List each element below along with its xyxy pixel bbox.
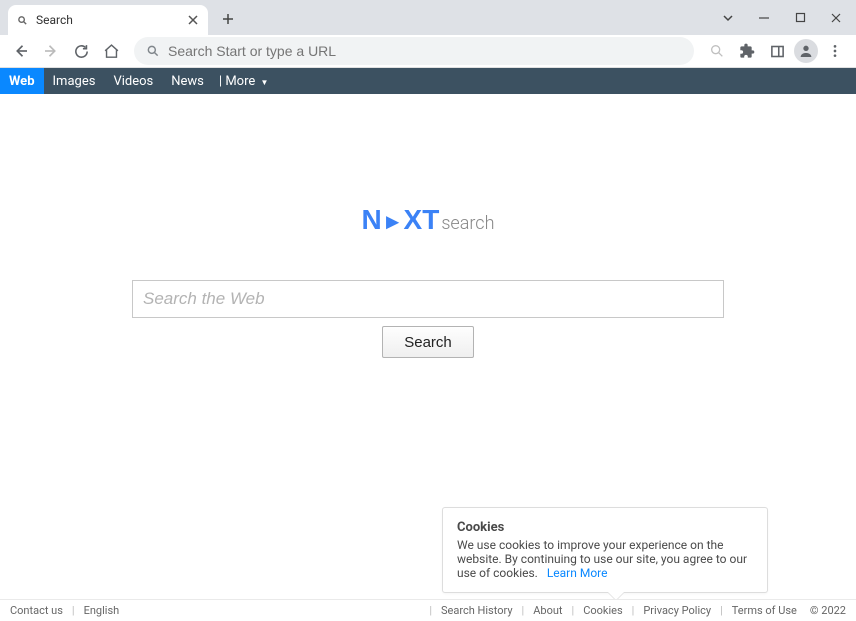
footer-language[interactable]: English (84, 604, 120, 617)
footer-copyright: © 2022 (810, 604, 846, 617)
back-button[interactable] (8, 38, 34, 64)
search-engine-icon[interactable] (704, 38, 730, 64)
window-controls (714, 0, 850, 35)
panel-button[interactable] (764, 38, 790, 64)
page-content: N►XT search Search Cookies We use cookie… (0, 94, 856, 621)
cookie-popup: Cookies We use cookies to improve your e… (442, 507, 768, 593)
chevron-down-icon[interactable] (714, 4, 742, 32)
footer-history[interactable]: Search History (441, 604, 513, 617)
cookie-title: Cookies (457, 520, 753, 535)
footer-about[interactable]: About (533, 604, 562, 617)
caret-down-icon: ▼ (261, 78, 269, 87)
profile-avatar[interactable] (794, 39, 818, 63)
cookie-learn-more-link[interactable]: Learn More (547, 566, 608, 580)
close-window-button[interactable] (822, 4, 850, 32)
browser-tab[interactable]: Search (8, 5, 208, 35)
browser-toolbar (0, 35, 856, 68)
new-tab-button[interactable] (214, 5, 242, 33)
search-engine-nav: Web Images Videos News | More ▼ (0, 68, 856, 94)
tab-title: Search (36, 13, 178, 27)
arrow-icon: ► (382, 209, 404, 235)
omnibox-input[interactable] (168, 43, 682, 59)
search-icon (16, 14, 28, 26)
reload-button[interactable] (68, 38, 94, 64)
nav-news[interactable]: News (162, 68, 213, 94)
search-area: Search (132, 280, 724, 358)
close-tab-button[interactable] (186, 13, 200, 27)
search-button[interactable]: Search (382, 326, 474, 358)
maximize-button[interactable] (786, 4, 814, 32)
footer-privacy[interactable]: Privacy Policy (643, 604, 711, 617)
forward-button[interactable] (38, 38, 64, 64)
extensions-button[interactable] (734, 38, 760, 64)
footer-terms[interactable]: Terms of Use (732, 604, 797, 617)
footer: Contact us | English | Search History | … (0, 599, 856, 621)
minimize-button[interactable] (750, 4, 778, 32)
footer-left: Contact us | English (10, 604, 119, 617)
footer-right: | Search History | About | Cookies | Pri… (425, 604, 846, 617)
toolbar-right (704, 38, 848, 64)
nav-videos[interactable]: Videos (104, 68, 162, 94)
omnibox[interactable] (134, 37, 694, 65)
footer-cookies[interactable]: Cookies (583, 604, 622, 617)
cookie-text: We use cookies to improve your experienc… (457, 538, 753, 580)
search-input[interactable] (132, 280, 724, 318)
menu-button[interactable] (822, 38, 848, 64)
search-icon (146, 44, 160, 58)
home-button[interactable] (98, 38, 124, 64)
nav-more[interactable]: | More ▼ (213, 74, 275, 89)
nav-web[interactable]: Web (0, 68, 44, 94)
logo-subtext: search (441, 213, 494, 234)
nav-images[interactable]: Images (44, 68, 105, 94)
footer-contact[interactable]: Contact us (10, 604, 63, 617)
logo: N►XT search (362, 204, 495, 236)
browser-title-bar: Search (0, 0, 856, 35)
